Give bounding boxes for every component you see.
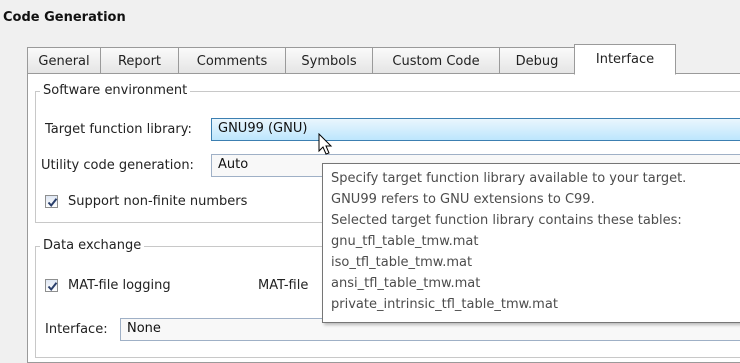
tooltip-line: gnu_tfl_table_tmw.mat [331,234,479,249]
tooltip-line: Specify target function library availabl… [331,171,687,186]
interface-label: Interface: [45,322,108,337]
dialog-title: Code Generation [3,10,126,25]
tab-custom-code[interactable]: Custom Code [372,47,499,75]
software-environment-legend: Software environment [40,83,191,98]
check-icon [47,198,58,208]
tooltip-line: private_intrinsic_tfl_table_tmw.mat [331,297,558,312]
matfile-variable-label: MAT-file [258,278,309,293]
data-exchange-legend: Data exchange [40,238,145,253]
nonfinite-checkbox[interactable] [45,195,58,208]
mouse-pointer-icon [318,133,333,155]
tab-bar: General Report Comments Symbols Custom C… [27,44,676,75]
utility-code-value: Auto [218,157,249,172]
tooltip-line: Selected target function library contain… [331,213,682,228]
target-library-tooltip: Specify target function library availabl… [322,163,740,323]
tab-debug[interactable]: Debug [499,47,574,75]
tab-report[interactable]: Report [100,47,178,75]
tab-comments[interactable]: Comments [178,47,285,75]
tooltip-line: iso_tfl_table_tmw.mat [331,255,473,270]
target-library-label: Target function library: [45,122,192,137]
interface-value: None [127,321,161,336]
check-icon [47,282,58,292]
matfile-logging-checkbox[interactable] [45,279,58,292]
tab-general[interactable]: General [27,47,100,75]
tooltip-line: ansi_tfl_table_tmw.mat [331,276,481,291]
utility-code-label: Utility code generation: [41,158,194,173]
tab-interface[interactable]: Interface [574,44,676,75]
target-library-select[interactable]: GNU99 (GNU) [211,118,740,141]
tooltip-line: GNU99 refers to GNU extensions to C99. [331,192,595,207]
nonfinite-label: Support non-finite numbers [68,194,248,209]
matfile-logging-label: MAT-file logging [68,278,171,293]
tab-symbols[interactable]: Symbols [285,47,372,75]
target-library-value: GNU99 (GNU) [218,121,308,136]
